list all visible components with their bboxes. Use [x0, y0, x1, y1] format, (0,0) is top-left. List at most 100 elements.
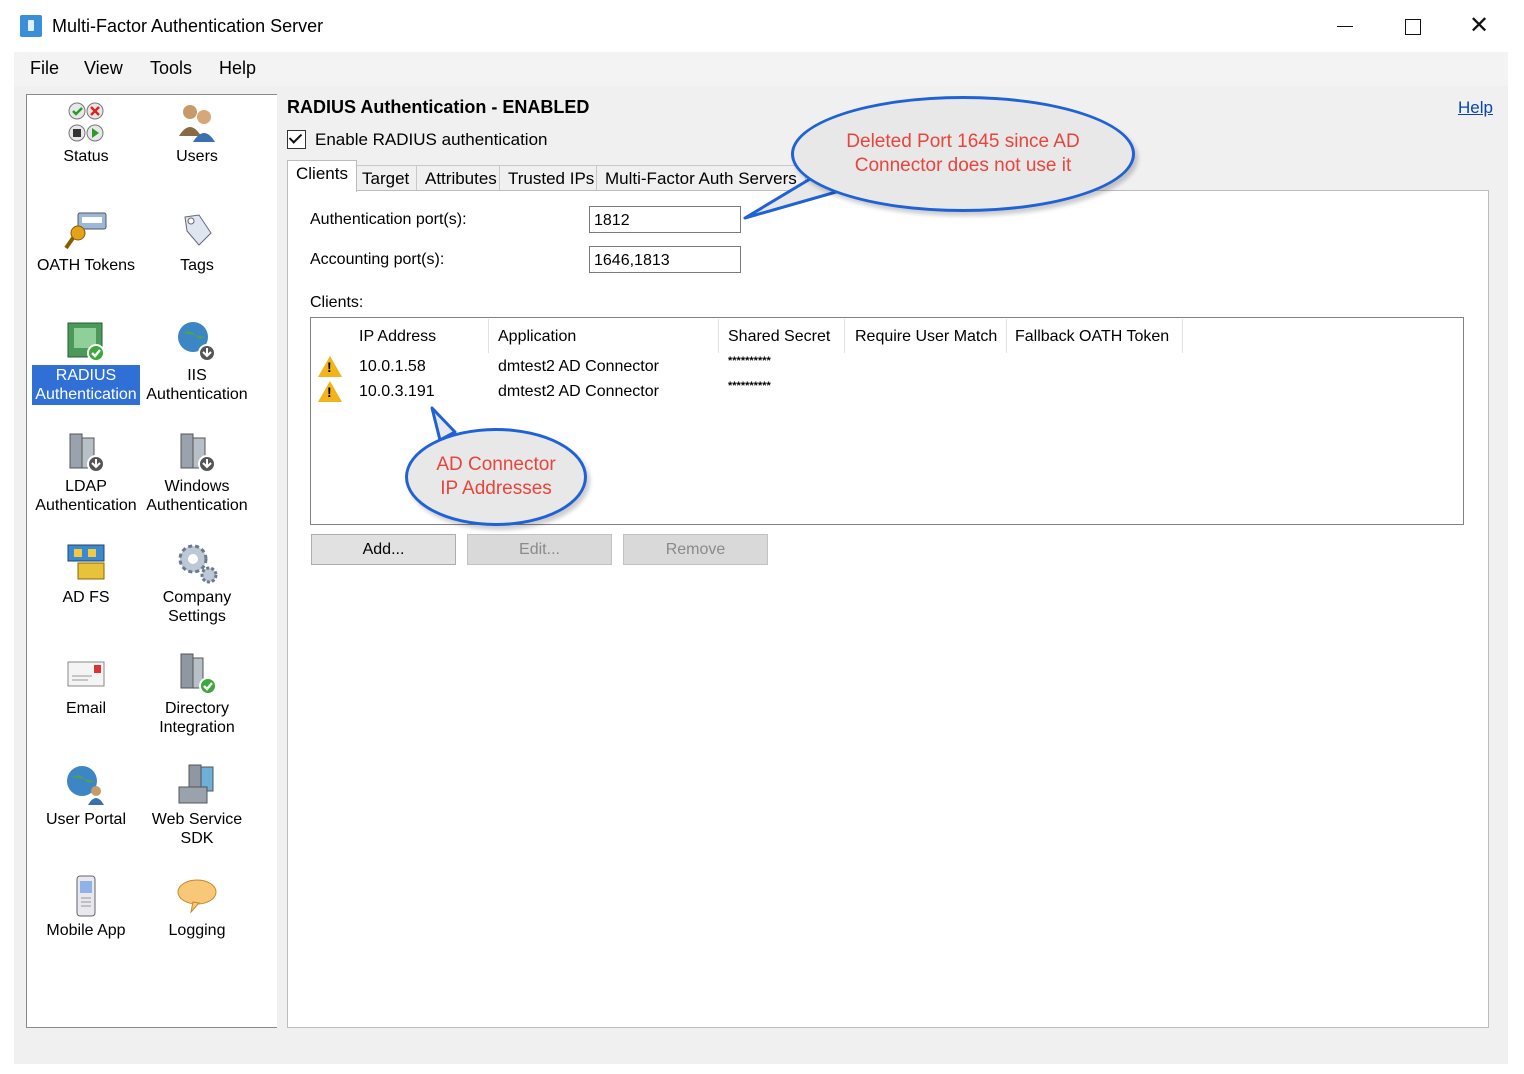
- window-title: Multi-Factor Authentication Server: [52, 16, 324, 36]
- nav-label: Windows Authentication: [146, 478, 248, 514]
- nav-item-windows[interactable]: Windows Authentication: [143, 430, 251, 516]
- nav-label: Web Service SDK: [151, 811, 243, 847]
- sdk-server-icon: [178, 764, 214, 804]
- nav-item-web-service-sdk[interactable]: Web Service SDK: [143, 763, 251, 849]
- edit-button[interactable]: Edit...: [467, 534, 612, 565]
- maximize-icon: [1405, 19, 1421, 35]
- port-callout-text: Deleted Port 1645 since AD Connector doe…: [846, 131, 1080, 176]
- nav-item-radius[interactable]: RADIUS Authentication: [32, 319, 140, 405]
- menu-bar: File View Tools Help: [14, 52, 1508, 86]
- nav-item-tags[interactable]: Tags: [143, 209, 251, 276]
- ip-callout-text: AD Connector IP Addresses: [436, 454, 556, 499]
- iis-icon: [178, 322, 216, 362]
- enable-radius-checkbox[interactable]: [287, 130, 306, 149]
- nav-label: IIS Authentication: [146, 367, 248, 403]
- nav-item-status[interactable]: Status: [32, 100, 140, 167]
- cell-application: dmtest2 AD Connector: [498, 358, 659, 375]
- menu-file[interactable]: File: [30, 58, 59, 79]
- menu-tools[interactable]: Tools: [150, 58, 192, 79]
- gears-icon: [178, 544, 218, 584]
- tab-target[interactable]: Target: [353, 165, 419, 192]
- app-lock-icon: [20, 15, 42, 37]
- cell-ip: 10.0.3.191: [359, 383, 435, 400]
- nav-label: User Portal: [45, 811, 127, 828]
- column-header-application[interactable]: Application: [498, 328, 576, 346]
- nav-label: Status: [63, 148, 109, 165]
- minimize-button[interactable]: [1322, 10, 1368, 42]
- tab-trusted-ips[interactable]: Trusted IPs: [499, 165, 604, 192]
- warning-icon: [318, 356, 342, 377]
- minimize-icon: [1337, 26, 1353, 27]
- users-icon: [179, 105, 215, 142]
- status-icon: [68, 102, 104, 142]
- adfs-icon: [67, 544, 105, 580]
- tab-attributes[interactable]: Attributes: [416, 165, 506, 192]
- help-link[interactable]: Help: [1458, 98, 1493, 118]
- nav-label: Directory Integration: [159, 700, 235, 736]
- tags-icon: [184, 214, 212, 246]
- nav-label: RADIUS Authentication: [32, 365, 140, 405]
- directory-server-icon: [180, 653, 217, 695]
- maximize-button[interactable]: [1390, 10, 1436, 42]
- acct-port-label: Accounting port(s):: [310, 251, 445, 268]
- nav-label: Email: [65, 700, 106, 717]
- nav-label: AD FS: [62, 589, 110, 606]
- nav-label: Users: [176, 148, 218, 165]
- warning-icon: [318, 381, 342, 402]
- column-separator: [488, 319, 489, 353]
- column-separator: [1006, 319, 1007, 353]
- tab-clients[interactable]: Clients: [287, 160, 357, 192]
- table-row[interactable]: 10.0.1.58 dmtest2 AD Connector *********…: [311, 354, 1461, 378]
- tab-content-clients: [287, 190, 1489, 1028]
- ldap-server-icon: [69, 433, 105, 473]
- nav-item-mobile-app[interactable]: Mobile App: [32, 874, 140, 941]
- radius-icon: [67, 322, 105, 362]
- envelope-icon: [67, 661, 105, 687]
- port-callout: Deleted Port 1645 since AD Connector doe…: [791, 96, 1135, 212]
- title-bar: Multi-Factor Authentication Server ✕: [0, 0, 1524, 52]
- column-separator: [718, 319, 719, 353]
- windows-server-icon: [180, 433, 216, 473]
- nav-item-logging[interactable]: Logging: [143, 874, 251, 941]
- nav-label: Logging: [168, 922, 226, 939]
- tab-multi-factor-auth-servers[interactable]: Multi-Factor Auth Servers: [596, 165, 806, 192]
- auth-port-input[interactable]: 1812: [589, 206, 741, 233]
- cell-ip: 10.0.1.58: [359, 358, 426, 375]
- auth-port-label: Authentication port(s):: [310, 211, 467, 228]
- nav-item-adfs[interactable]: AD FS: [32, 541, 140, 608]
- enable-radius-label: Enable RADIUS authentication: [315, 130, 548, 149]
- nav-item-directory-integration[interactable]: Directory Integration: [143, 652, 251, 738]
- speech-bubble-icon: [177, 879, 217, 914]
- mobile-phone-icon: [76, 875, 96, 917]
- column-header-fallback-oath-token[interactable]: Fallback OATH Token: [1015, 328, 1169, 346]
- nav-label: LDAP Authentication: [35, 478, 137, 514]
- column-header-shared-secret[interactable]: Shared Secret: [728, 328, 830, 346]
- nav-item-email[interactable]: Email: [32, 652, 140, 719]
- column-header-ip[interactable]: IP Address: [359, 328, 436, 346]
- nav-item-company-settings[interactable]: Company Settings: [143, 541, 251, 627]
- nav-label: Mobile App: [46, 922, 126, 939]
- nav-item-iis[interactable]: IIS Authentication: [143, 319, 251, 405]
- clients-label: Clients:: [310, 294, 364, 311]
- menu-view[interactable]: View: [84, 58, 123, 79]
- column-separator: [1182, 319, 1183, 353]
- column-separator: [844, 319, 845, 353]
- menu-help[interactable]: Help: [219, 58, 256, 79]
- nav-item-oath-tokens[interactable]: OATH Tokens: [32, 209, 140, 276]
- cell-shared-secret: **********: [728, 355, 771, 367]
- oath-token-icon: [64, 212, 107, 250]
- cell-application: dmtest2 AD Connector: [498, 383, 659, 400]
- acct-port-input[interactable]: 1646,1813: [589, 246, 741, 273]
- remove-button[interactable]: Remove: [623, 534, 768, 565]
- nav-label: Company Settings: [162, 589, 232, 625]
- nav-item-user-portal[interactable]: User Portal: [32, 763, 140, 830]
- close-button[interactable]: ✕: [1456, 10, 1502, 42]
- globe-user-icon: [67, 766, 104, 805]
- add-button[interactable]: Add...: [311, 534, 456, 565]
- nav-item-users[interactable]: Users: [143, 100, 251, 167]
- nav-item-ldap[interactable]: LDAP Authentication: [32, 430, 140, 516]
- column-header-require-user-match[interactable]: Require User Match: [855, 328, 997, 346]
- table-row[interactable]: 10.0.3.191 dmtest2 AD Connector ********…: [311, 379, 1461, 403]
- cell-shared-secret: **********: [728, 380, 771, 392]
- left-nav-panel: Status Users OATH Tokens Tags RADIUS Aut…: [26, 94, 277, 1028]
